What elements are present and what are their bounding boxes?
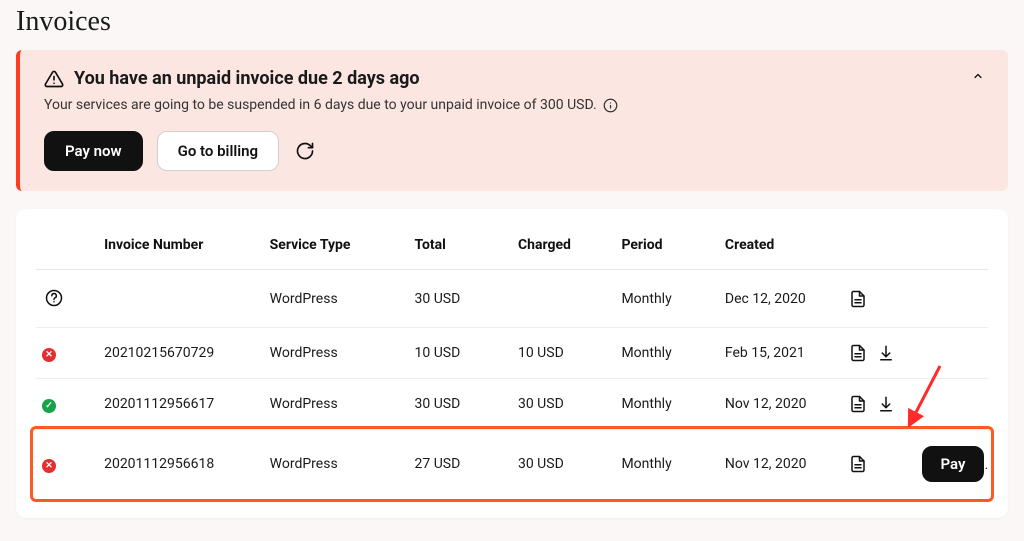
- info-icon: [603, 98, 618, 113]
- cell-service-type: WordPress: [264, 430, 409, 499]
- banner-subtext: Your services are going to be suspended …: [44, 97, 597, 113]
- unpaid-invoice-banner: You have an unpaid invoice due 2 days ag…: [16, 50, 1008, 191]
- banner-info-button[interactable]: [603, 97, 619, 113]
- cell-charged: [512, 270, 615, 328]
- cell-period: Monthly: [615, 270, 718, 328]
- cell-service-type: WordPress: [264, 328, 409, 379]
- col-created: Created: [719, 221, 843, 270]
- page-title: Invoices: [16, 6, 1008, 38]
- cell-created: Nov 12, 2020: [719, 430, 843, 499]
- view-invoice-button[interactable]: [849, 455, 867, 473]
- help-icon[interactable]: [42, 286, 66, 310]
- view-invoice-button[interactable]: [849, 290, 867, 308]
- invoices-card: Invoice Number Service Type Total Charge…: [16, 209, 1008, 518]
- cell-created: Dec 12, 2020: [719, 270, 843, 328]
- table-row: WordPress30 USD MonthlyDec 12, 2020: [36, 270, 988, 328]
- cell-charged: 30 USD: [512, 430, 615, 499]
- refresh-icon: [295, 141, 315, 161]
- col-period: Period: [615, 221, 718, 270]
- cell-total: 30 USD: [409, 379, 512, 430]
- cell-created: Nov 12, 2020: [719, 379, 843, 430]
- cell-invoice-number: 20210215670729: [98, 328, 264, 379]
- refresh-button[interactable]: [293, 139, 317, 163]
- cell-invoice-number: 20201112956618: [98, 430, 264, 499]
- status-paid-icon: ✓: [42, 399, 56, 413]
- warning-icon: [44, 69, 64, 89]
- status-unpaid-icon: ✕: [42, 348, 56, 362]
- banner-heading: You have an unpaid invoice due 2 days ag…: [74, 68, 420, 89]
- cell-total: 10 USD: [409, 328, 512, 379]
- pay-button[interactable]: Pay: [922, 446, 985, 482]
- view-invoice-button[interactable]: [849, 344, 867, 362]
- table-row: ✕ 20201112956618WordPress27 USD30 USDMont…: [36, 430, 988, 499]
- cell-charged: 10 USD: [512, 328, 615, 379]
- cell-created: Feb 15, 2021: [719, 328, 843, 379]
- status-unpaid-icon: ✕: [42, 459, 56, 473]
- cell-service-type: WordPress: [264, 379, 409, 430]
- download-invoice-button[interactable]: [877, 344, 895, 362]
- cell-total: 27 USD: [409, 430, 512, 499]
- collapse-banner-button[interactable]: [966, 64, 990, 88]
- table-header-row: Invoice Number Service Type Total Charge…: [36, 221, 988, 270]
- cell-charged: 30 USD: [512, 379, 615, 430]
- chevron-up-icon: [972, 70, 984, 82]
- cell-period: Monthly: [615, 328, 718, 379]
- cell-invoice-number: [98, 270, 264, 328]
- cell-service-type: WordPress: [264, 270, 409, 328]
- invoices-table: Invoice Number Service Type Total Charge…: [36, 221, 988, 498]
- go-to-billing-button[interactable]: Go to billing: [157, 131, 279, 171]
- cell-total: 30 USD: [409, 270, 512, 328]
- download-invoice-button[interactable]: [877, 395, 895, 413]
- col-invoice-number: Invoice Number: [98, 221, 264, 270]
- col-charged: Charged: [512, 221, 615, 270]
- cell-invoice-number: 20201112956617: [98, 379, 264, 430]
- cell-period: Monthly: [615, 430, 718, 499]
- col-total: Total: [409, 221, 512, 270]
- view-invoice-button[interactable]: [849, 395, 867, 413]
- table-row: ✕20210215670729WordPress10 USD10 USDMont…: [36, 328, 988, 379]
- col-service-type: Service Type: [264, 221, 409, 270]
- pay-now-button[interactable]: Pay now: [44, 131, 143, 171]
- table-row: ✓20201112956617WordPress30 USD30 USDMont…: [36, 379, 988, 430]
- cell-period: Monthly: [615, 379, 718, 430]
